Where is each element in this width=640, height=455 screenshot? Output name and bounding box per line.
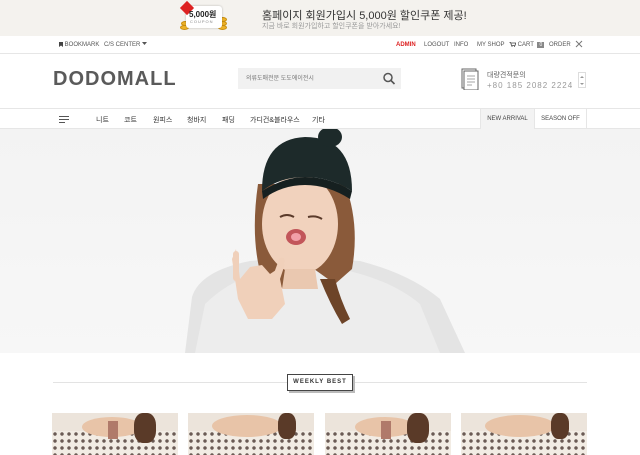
product-thumbnail-1[interactable] xyxy=(52,413,178,455)
product-hair xyxy=(278,413,296,439)
order-link[interactable]: ORDER xyxy=(549,42,571,48)
logout-link[interactable]: LOGOUT xyxy=(424,42,449,48)
menu-icon xyxy=(59,116,69,117)
product-hair xyxy=(407,413,429,443)
document-icon xyxy=(461,68,479,91)
season-off-button[interactable]: SEASON OFF xyxy=(534,109,587,129)
nav-item-etc[interactable]: 기타 xyxy=(312,115,325,125)
my-shop-link[interactable]: MY SHOP xyxy=(477,42,505,48)
top-utility-bar: BOOKMARK C/S CENTER ADMIN LOGOUT INFO MY… xyxy=(0,36,640,54)
menu-icon-line xyxy=(59,122,65,123)
hero-banner[interactable] xyxy=(0,129,640,353)
nav-item-knit[interactable]: 니트 xyxy=(96,115,109,125)
cs-center-label: C/S CENTER xyxy=(104,42,141,48)
scroll-arrows[interactable] xyxy=(578,72,586,88)
menu-icon-line xyxy=(59,119,69,120)
coupon-label: COUPON xyxy=(190,19,214,24)
product-thumbnail-2[interactable] xyxy=(188,413,314,455)
admin-link[interactable]: ADMIN xyxy=(396,42,416,48)
info-link[interactable]: INFO xyxy=(454,42,468,48)
cart-label: CART xyxy=(517,42,534,48)
menu-button[interactable] xyxy=(59,116,69,123)
arrow-down-icon xyxy=(580,83,584,85)
main-nav: 니트 코트 원피스 청바지 패딩 가디건&블라우스 기타 NEW ARRIVAL… xyxy=(0,108,640,129)
product-shoulder xyxy=(485,415,555,437)
close-banner-button[interactable] xyxy=(575,40,583,50)
product-hair xyxy=(134,413,156,443)
arrow-up-icon xyxy=(580,76,584,78)
product-hair xyxy=(551,413,569,439)
product-thumbnail-3[interactable] xyxy=(325,413,451,455)
close-icon xyxy=(575,40,583,48)
nav-item-padding[interactable]: 패딩 xyxy=(222,115,235,125)
hero-model-image xyxy=(185,129,465,353)
new-arrival-button[interactable]: NEW ARRIVAL xyxy=(480,109,534,129)
nav-item-jeans[interactable]: 청바지 xyxy=(187,115,206,125)
cart-count-badge: 0 xyxy=(537,42,545,48)
nav-item-dress[interactable]: 원피스 xyxy=(153,115,172,125)
site-logo[interactable]: DODOMALL xyxy=(53,68,177,91)
product-scarf xyxy=(381,421,391,439)
bulk-inquiry-label: 대량견적문의 xyxy=(487,72,526,79)
nav-item-coat[interactable]: 코트 xyxy=(124,115,137,125)
bookmark-label: BOOKMARK xyxy=(64,42,100,48)
promo-banner[interactable]: 5,000원 COUPON 홈페이지 회원가입시 5,000원 할인쿠폰 제공!… xyxy=(0,0,640,36)
bookmark-icon xyxy=(59,42,63,47)
promo-subtitle: 지금 바로 회원가입하고 할인쿠폰을 받아가세요! xyxy=(262,23,401,30)
nav-item-cardigan-blouse[interactable]: 가디건&블라우스 xyxy=(250,115,300,125)
search-input[interactable] xyxy=(246,73,376,84)
product-thumbnail-4[interactable] xyxy=(461,413,587,455)
cart-icon xyxy=(509,41,517,47)
product-scarf xyxy=(108,421,118,439)
search-button[interactable] xyxy=(381,71,397,86)
chevron-down-icon xyxy=(142,42,148,45)
cs-center-link[interactable]: C/S CENTER xyxy=(104,42,148,48)
coupon-icon: 5,000원 COUPON xyxy=(179,0,222,28)
bookmark-link[interactable]: BOOKMARK xyxy=(59,42,99,48)
search-bar xyxy=(238,68,401,89)
product-shoulder xyxy=(212,415,282,437)
weekly-best-title: WEEKLY BEST xyxy=(287,374,353,391)
search-icon xyxy=(383,72,396,85)
cart-link[interactable]: CART 0 xyxy=(509,41,545,48)
phone-number: +80 185 2082 2224 xyxy=(487,81,574,90)
